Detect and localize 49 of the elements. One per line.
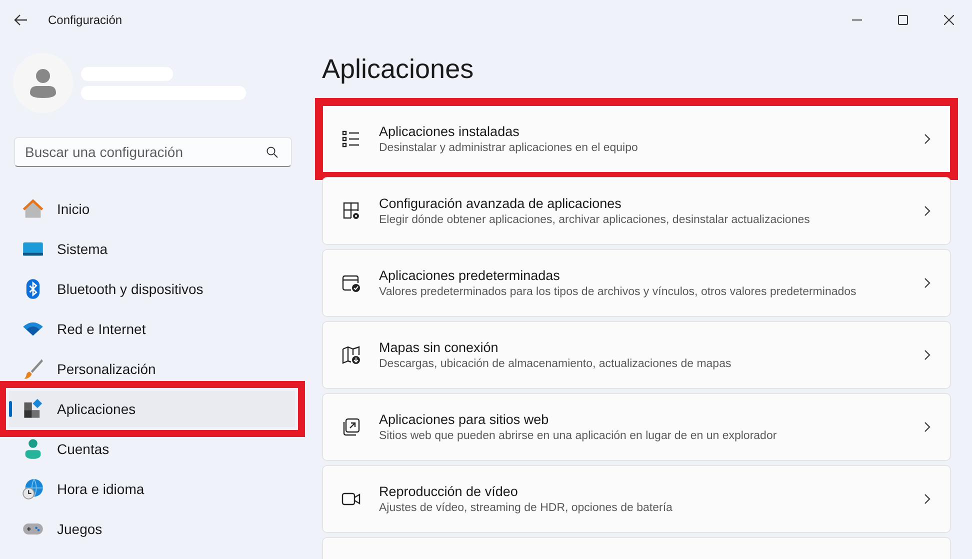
back-arrow-icon[interactable] [14, 13, 28, 27]
sidebar-item[interactable]: Red e Internet [12, 311, 292, 347]
selection-indicator [9, 401, 12, 417]
sidebar-item[interactable]: Juegos [12, 511, 292, 547]
sidebar-item[interactable]: Hora e idioma [12, 471, 292, 507]
sidebar-item[interactable]: Sistema [12, 231, 292, 267]
maximize-icon[interactable] [898, 15, 908, 25]
card-title: Mapas sin conexión [379, 340, 500, 355]
map-download-icon [341, 345, 361, 365]
search-icon [266, 146, 278, 158]
card-title: Reproducción de vídeo [379, 484, 519, 499]
search-field[interactable]: Buscar una configuración [14, 137, 292, 167]
apps-icon [22, 398, 44, 420]
globe-clock-icon [22, 478, 44, 500]
card-title: Aplicaciones predeterminadas [379, 268, 561, 283]
settings-card[interactable]: Reproducción de vídeo Ajustes de vídeo, streaming de HDR, opciones de batería [322, 465, 951, 533]
sidebar-item[interactable]: Bluetooth y dispositivos [12, 271, 292, 307]
settings-card[interactable]: Configuración avanzada de aplicaciones Elegir dónde obtener aplicaciones, archivar aplicaciones, desinstalar actualizaciones [322, 177, 951, 245]
page-title: Aplicaciones [322, 54, 475, 85]
card-description: Ajustes de vídeo, streaming de HDR, opciones de batería [379, 502, 674, 514]
settings-card[interactable]: Aplicaciones para sitios web Sitios web que pueden abrirse en una aplicación en lugar de en un explorador [322, 393, 951, 461]
card-description: Valores predeterminados para los tipos de archivos y vínculos, otros valores predeterminados [379, 286, 858, 298]
sidebar-item[interactable]: Aplicaciones [9, 391, 295, 427]
card-title: Aplicaciones instaladas [379, 124, 520, 139]
app-check-icon [341, 273, 361, 293]
sidebar-item[interactable]: Personalización [12, 351, 292, 387]
card-description: Desinstalar y administrar aplicaciones en el equipo [379, 142, 639, 154]
card-description: Descargas, ubicación de almacenamiento, actualizaciones de mapas [379, 358, 732, 370]
card-description: Sitios web que pueden abrirse en una aplicación en lugar de en un explorador [379, 430, 778, 442]
chevron-right-icon [922, 278, 932, 288]
card-title: Configuración avanzada de aplicaciones [379, 196, 622, 211]
house-icon [22, 198, 44, 220]
close-icon[interactable] [944, 15, 954, 25]
chevron-right-icon [922, 206, 932, 216]
settings-card[interactable]: Mapas sin conexión Descargas, ubicación de almacenamiento, actualizaciones de mapas [322, 321, 951, 389]
open-window-icon [341, 417, 361, 437]
chevron-right-icon [922, 134, 932, 144]
chevron-right-icon [922, 494, 932, 504]
sidebar-item[interactable]: Inicio [12, 191, 292, 227]
settings-card[interactable]: Aplicaciones predeterminadas Valores predeterminados para los tipos de archivos y vínculos, otros valores predeterminados [322, 249, 951, 317]
chevron-right-icon [922, 350, 932, 360]
window-title: Configuración [48, 13, 122, 27]
card-description: Elegir dónde obtener aplicaciones, archivar aplicaciones, desinstalar actualizaciones [379, 214, 811, 226]
sidebar-item[interactable]: Cuentas [12, 431, 292, 467]
chevron-right-icon [922, 422, 932, 432]
app-gear-icon [341, 201, 361, 221]
brush-icon [22, 358, 44, 380]
card-title: Aplicaciones para sitios web [379, 412, 550, 427]
list-icon [341, 129, 361, 149]
